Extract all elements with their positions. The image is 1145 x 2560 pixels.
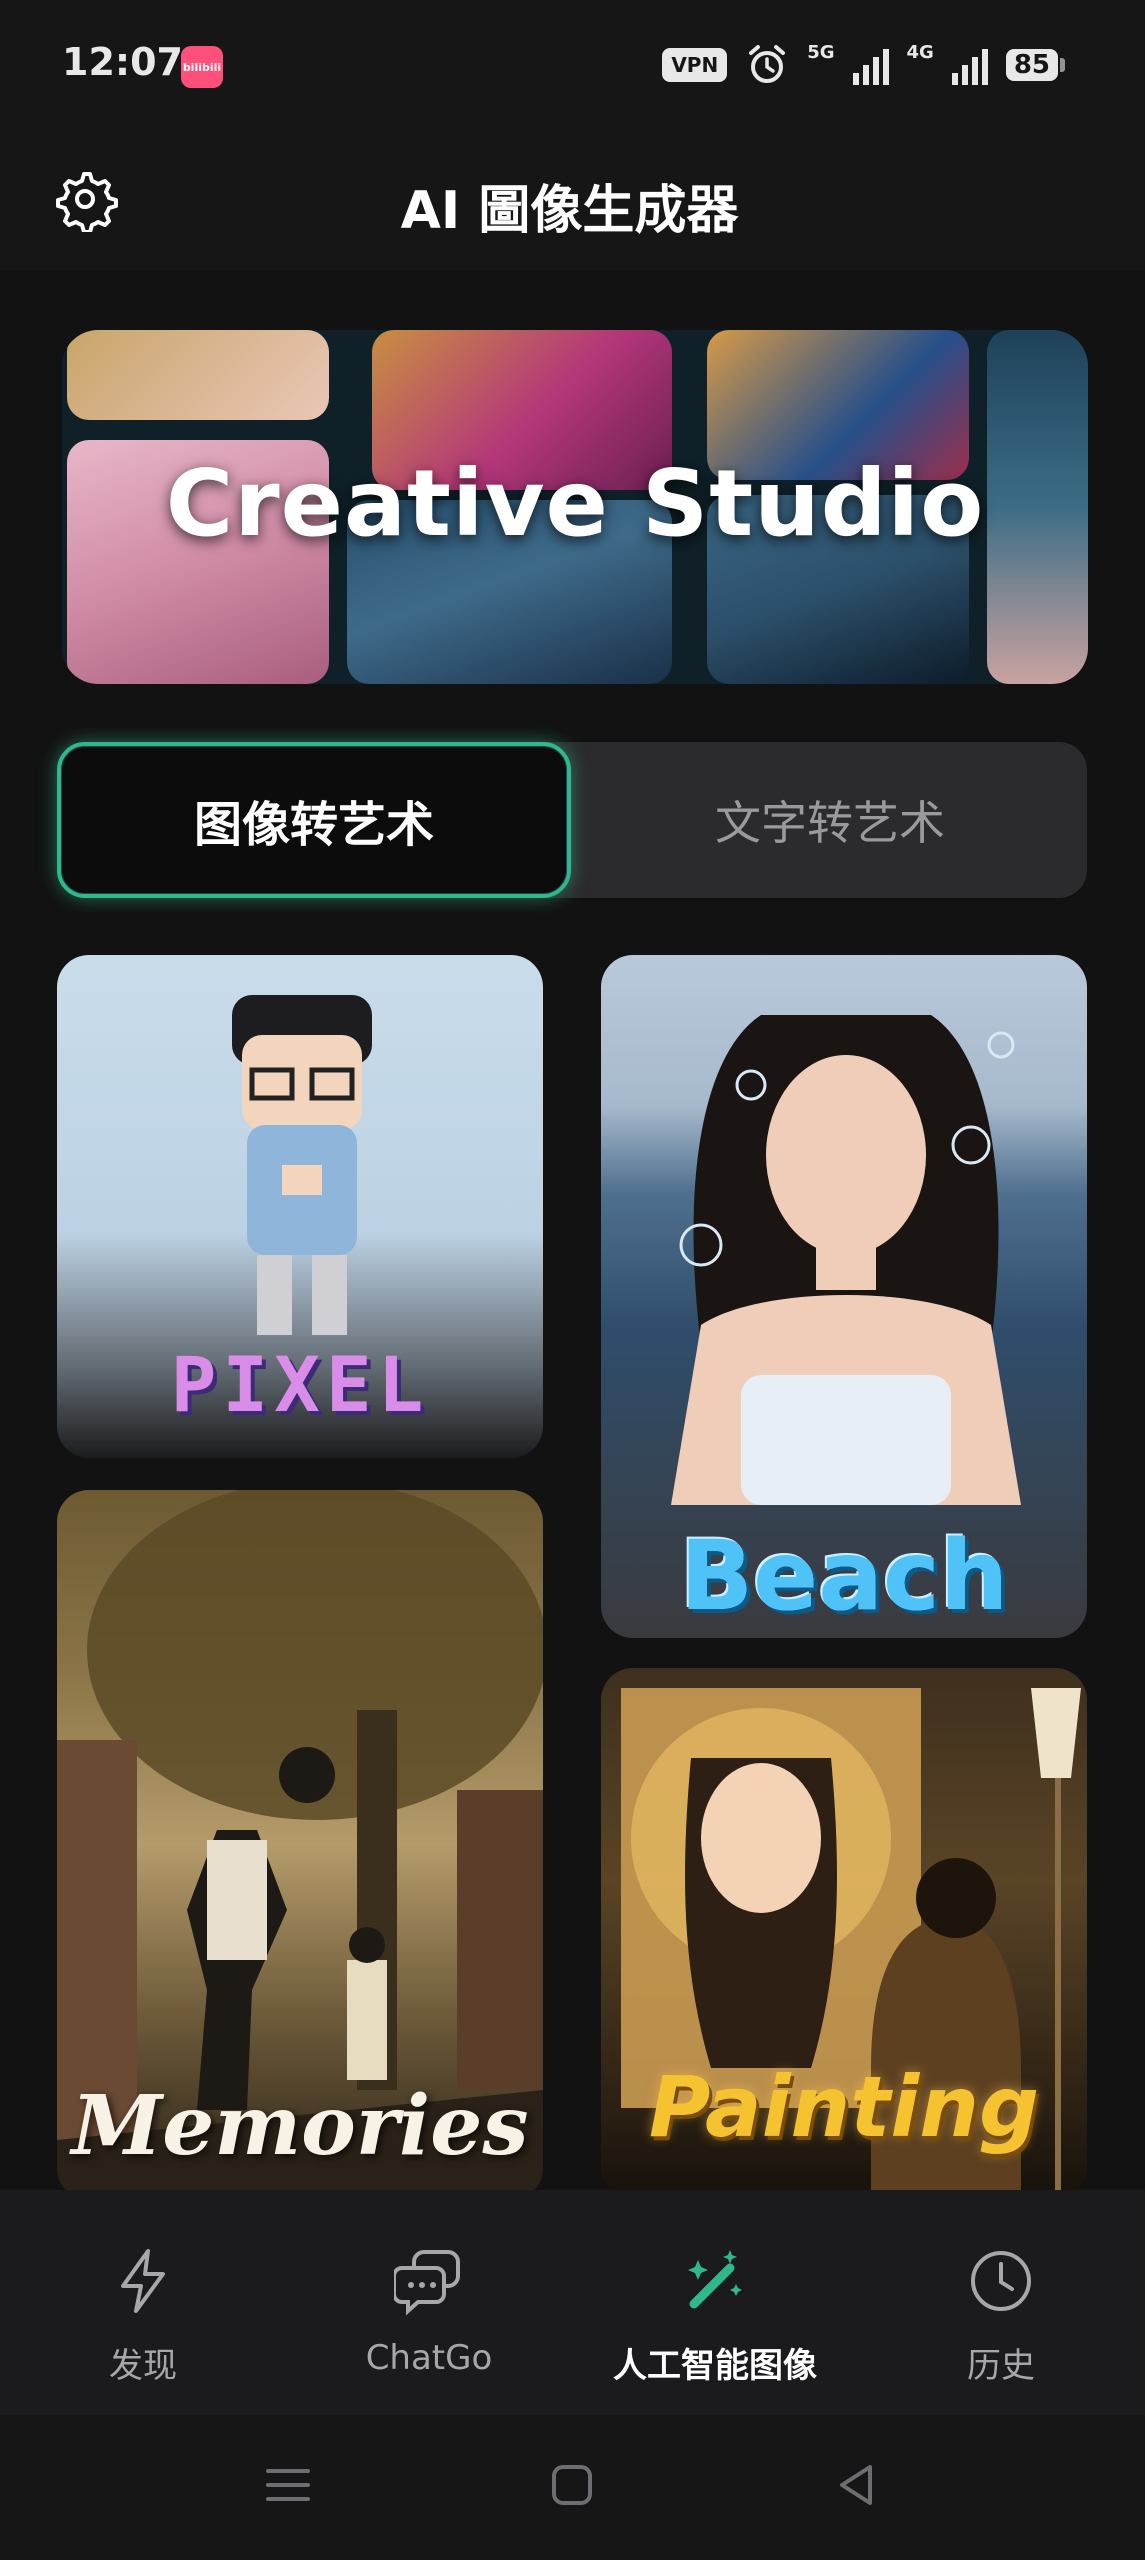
magic-wand-icon [688,2250,742,2309]
battery-icon: 85 [1005,49,1065,81]
card-label-beach: Beach [679,1520,1009,1632]
beach-girl-illustration [671,1015,1021,1505]
style-card-memories[interactable]: Memories [57,1490,543,2200]
banner-title: Creative Studio [165,450,985,557]
page-title: AI 圖像生成器 [0,168,1145,243]
pixel-boy-illustration [232,995,372,1335]
chat-bubbles-icon [394,2250,460,2316]
system-nav-bar [0,2415,1145,2560]
card-label-painting: Painting [648,2058,1040,2156]
clock-icon [971,2251,1031,2311]
menu-icon[interactable] [258,2455,318,2515]
lightning-icon [121,2249,165,2313]
creative-studio-banner[interactable]: Creative Studio [62,330,1088,684]
style-card-beach[interactable]: Beach [601,955,1087,1638]
battery-level: 85 [1005,49,1058,81]
network-4g-label: 4G [906,42,934,63]
nav-chatgo[interactable]: ChatGo [286,2190,572,2415]
tab-image-to-art[interactable]: 图像转艺术 [57,742,571,898]
nav-label-discover: 发现 [109,2346,177,2386]
nav-label-chatgo: ChatGo [365,2338,493,2378]
card-label-pixel: PIXEL [170,1340,430,1429]
nav-history[interactable]: 历史 [858,2190,1144,2415]
banner-tile-1 [67,330,329,420]
back-icon[interactable] [826,2455,886,2515]
nav-label-ai-image: 人工智能图像 [613,2346,817,2386]
vpn-badge: VPN [662,48,728,82]
status-time: 12:07 [62,40,183,84]
nav-discover[interactable]: 发现 [0,2190,286,2415]
nav-label-history: 历史 [967,2346,1035,2386]
bilibili-app-icon: bilibili [181,46,223,88]
bottom-nav: 发现 ChatGo 人工智能图像 历史 [0,2190,1145,2415]
app-icon-text: bilibili [182,60,222,74]
app-header: AI 圖像生成器 [0,130,1145,270]
status-indicators: VPN 5G 4G 85 [662,40,1065,90]
mode-tabs: 图像转艺术 文字转艺术 [57,742,1087,898]
alarm-icon [749,45,786,83]
nav-ai-image[interactable]: 人工智能图像 [572,2190,858,2415]
signal-4g-icon [951,45,988,85]
card-label-memories: Memories [71,2078,529,2174]
style-card-painting[interactable]: Painting [601,1668,1087,2200]
style-card-pixel[interactable]: PIXEL [57,955,543,1458]
network-5g-label: 5G [807,42,835,63]
status-bar: 12:07 bilibili VPN 5G 4G 85 [0,0,1145,130]
page-title-text: AI 圖像生成器 [400,181,739,241]
home-icon[interactable] [542,2455,602,2515]
signal-5g-icon [852,45,889,85]
tab-text-to-art[interactable]: 文字转艺术 [573,742,1087,898]
